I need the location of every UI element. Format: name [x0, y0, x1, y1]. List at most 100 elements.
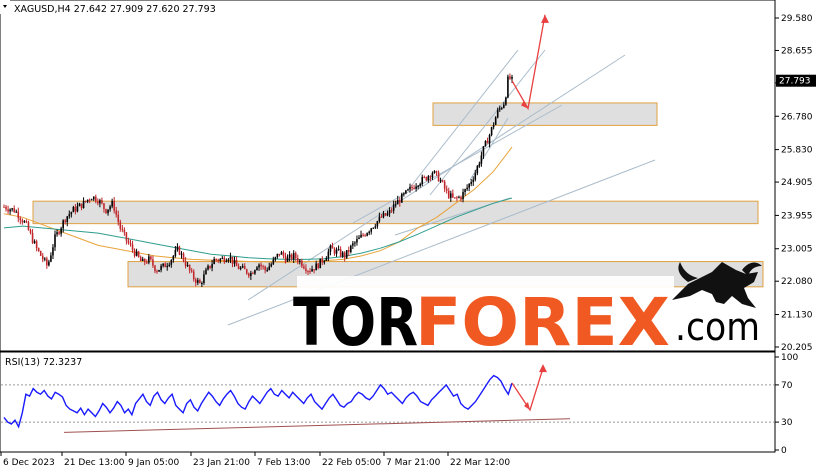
candle-body — [103, 203, 105, 210]
candle-body — [466, 187, 468, 190]
candle-body — [141, 258, 144, 262]
candle-body — [143, 258, 146, 263]
candle-body — [358, 237, 360, 240]
candle-body — [162, 263, 164, 266]
candle-body — [325, 258, 328, 261]
candle-body — [456, 197, 458, 199]
candle-body — [437, 172, 440, 182]
candle-body — [11, 208, 13, 210]
candle-body — [460, 196, 462, 200]
candle-body — [176, 246, 179, 250]
price-axis-label: 20.205 — [781, 343, 813, 353]
candle-body — [260, 264, 262, 267]
candle-body — [48, 261, 50, 266]
candle-body — [74, 206, 77, 212]
candle-body — [509, 76, 511, 79]
candle-body — [360, 234, 362, 238]
candle-body — [107, 209, 109, 214]
candle-body — [194, 279, 197, 283]
candle-body — [278, 253, 281, 255]
candle-body — [503, 104, 505, 108]
candle-body — [215, 259, 217, 261]
chart-canvas: 29.58028.65527.73026.78025.83024.90523.9… — [0, 0, 816, 472]
candle-body — [19, 218, 22, 221]
candle-body — [39, 250, 42, 256]
candle-body — [15, 211, 18, 213]
candle-body — [405, 190, 407, 194]
price-axis-label: 21.130 — [781, 311, 813, 321]
candle-body — [239, 267, 242, 270]
candle-body — [97, 201, 99, 204]
candle-body — [398, 199, 401, 203]
candle-body — [313, 269, 315, 271]
candle-body — [254, 270, 256, 274]
candle-body — [152, 259, 154, 266]
candle-body — [345, 250, 348, 258]
candle-body — [505, 97, 507, 105]
candle-body — [423, 176, 426, 178]
candle-body — [370, 228, 373, 232]
time-axis-label: 6 Dec 2023 — [3, 458, 55, 468]
candle-body — [303, 266, 305, 269]
candle-body — [366, 233, 368, 236]
rsi-axis-label: 30 — [781, 418, 793, 428]
candle-body — [347, 250, 350, 252]
candle-body — [64, 220, 67, 223]
last-price-label: 27.793 — [779, 77, 811, 87]
candle-body — [245, 269, 248, 274]
candle-body — [213, 259, 215, 265]
price-axis-label: 23.955 — [781, 211, 813, 221]
candle-body — [356, 239, 358, 243]
candle-body — [219, 258, 222, 261]
candle-body — [72, 206, 75, 213]
candle-body — [178, 246, 181, 255]
candle-body — [115, 210, 118, 215]
candle-body — [31, 232, 34, 243]
candle-body — [111, 200, 113, 207]
candle-body — [137, 251, 140, 257]
candle-body — [170, 260, 173, 265]
candle-body — [492, 124, 495, 128]
candle-body — [433, 171, 436, 174]
candle-body — [256, 267, 258, 271]
candle-body — [135, 251, 138, 256]
candle-body — [319, 258, 322, 269]
candle-body — [333, 248, 336, 254]
candle-body — [486, 140, 489, 144]
candle-body — [223, 257, 226, 263]
candle-body — [68, 214, 71, 217]
candle-body — [415, 186, 417, 189]
candle-body — [172, 255, 175, 261]
candle-body — [337, 249, 340, 251]
candle-body — [78, 203, 81, 207]
candle-body — [458, 196, 460, 198]
rsi-axis-label: 100 — [781, 353, 798, 363]
candle-body — [201, 282, 203, 284]
candle-body — [119, 221, 122, 229]
candle-body — [164, 263, 166, 268]
candle-body — [41, 255, 44, 260]
candle-body — [496, 109, 499, 118]
candle-body — [23, 221, 26, 223]
candle-body — [29, 230, 32, 233]
time-axis-label: 21 Dec 13:00 — [64, 458, 125, 468]
candle-body — [282, 252, 285, 257]
candle-body — [160, 265, 162, 270]
candle-body — [413, 187, 415, 189]
candle-body — [276, 253, 279, 258]
candle-body — [301, 260, 303, 267]
candle-body — [248, 273, 250, 276]
candle-body — [390, 210, 393, 212]
candle-body — [388, 210, 391, 214]
candle-body — [384, 213, 387, 216]
price-axis-label: 29.580 — [781, 14, 813, 24]
candle-body — [305, 268, 307, 272]
candle-body — [180, 253, 183, 255]
watermark-tor: TOR — [293, 284, 418, 361]
candle-body — [339, 249, 342, 257]
candle-body — [454, 197, 456, 199]
candle-body — [243, 266, 246, 270]
candle-body — [80, 203, 83, 209]
candle-body — [354, 242, 356, 244]
price-axis-label: 26.780 — [781, 112, 813, 122]
